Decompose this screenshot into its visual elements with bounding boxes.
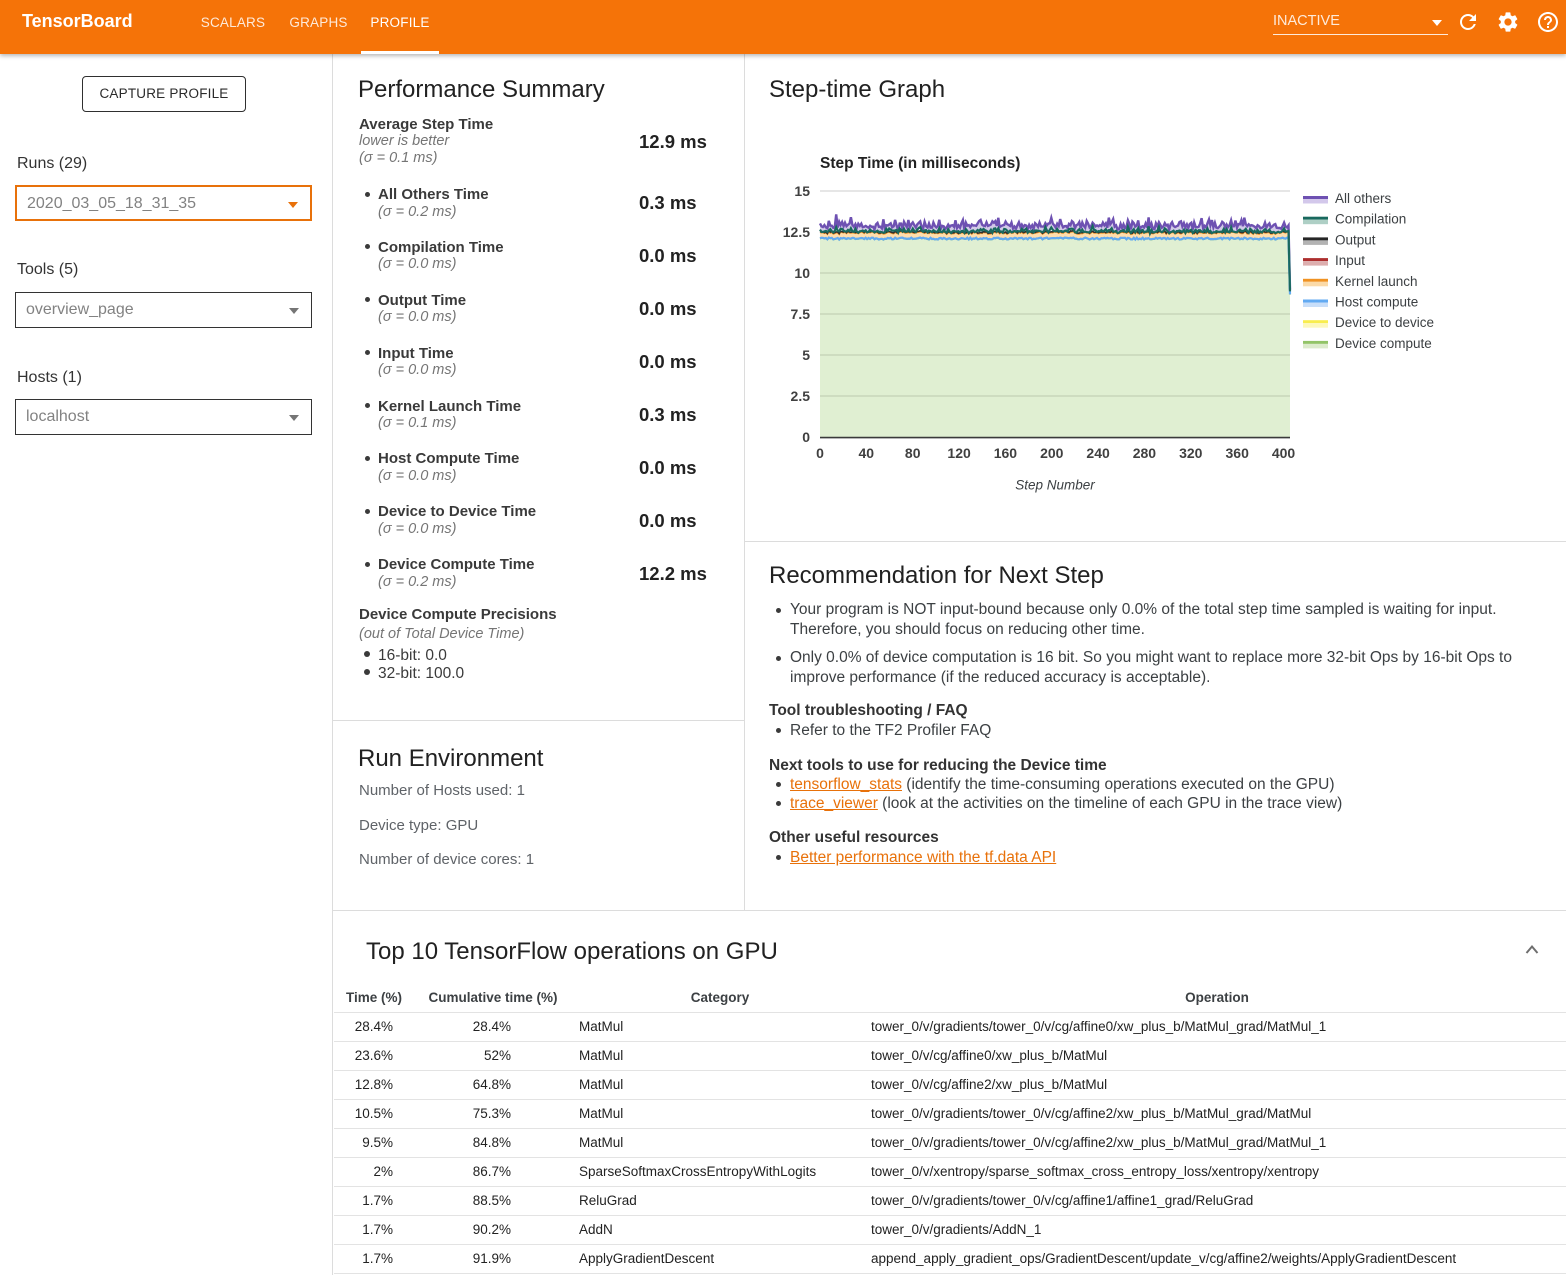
svg-text:Device compute: Device compute [1335, 336, 1432, 351]
svg-text:Kernel launch: Kernel launch [1335, 274, 1418, 289]
svg-text:320: 320 [1179, 445, 1203, 461]
svg-text:240: 240 [1086, 445, 1110, 461]
svg-text:Step Number: Step Number [1015, 478, 1095, 493]
svg-text:Input: Input [1335, 253, 1365, 268]
svg-text:0: 0 [802, 429, 810, 445]
svg-text:120: 120 [947, 445, 971, 461]
svg-text:Host compute: Host compute [1335, 295, 1418, 310]
svg-text:200: 200 [1040, 445, 1064, 461]
svg-text:400: 400 [1272, 445, 1296, 461]
svg-text:7.5: 7.5 [791, 306, 811, 322]
svg-text:Output: Output [1335, 232, 1376, 247]
svg-text:80: 80 [905, 445, 921, 461]
svg-text:2.5: 2.5 [791, 388, 811, 404]
svg-text:Compilation: Compilation [1335, 212, 1406, 227]
svg-text:360: 360 [1226, 445, 1250, 461]
svg-text:0: 0 [816, 445, 824, 461]
svg-text:All others: All others [1335, 191, 1392, 206]
svg-text:Device to device: Device to device [1335, 315, 1434, 330]
svg-text:12.5: 12.5 [783, 224, 810, 240]
svg-text:Step Time (in milliseconds): Step Time (in milliseconds) [820, 155, 1020, 172]
svg-text:40: 40 [859, 445, 875, 461]
svg-text:280: 280 [1133, 445, 1157, 461]
svg-text:160: 160 [994, 445, 1018, 461]
svg-text:10: 10 [794, 265, 810, 281]
svg-text:5: 5 [802, 347, 810, 363]
svg-text:15: 15 [794, 183, 810, 199]
